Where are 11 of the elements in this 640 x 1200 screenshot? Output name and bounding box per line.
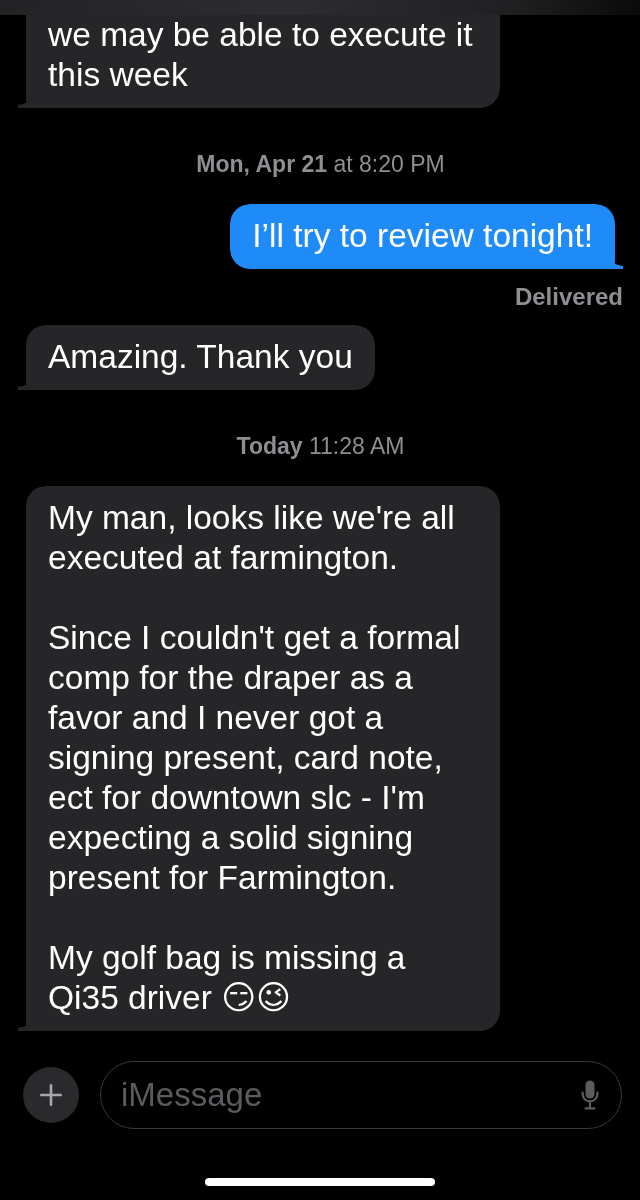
- delivery-status: Delivered: [514, 283, 623, 311]
- timestamp: Mon, Apr 21 at 8:20 PM: [196, 150, 445, 178]
- add-button[interactable]: [23, 1067, 79, 1123]
- message-text: Amazing. Thank you: [48, 338, 353, 375]
- plus-icon: [40, 1084, 62, 1106]
- microphone-icon[interactable]: [581, 1080, 599, 1110]
- message-text: we may be able to execute it this week: [48, 16, 474, 93]
- message-text: My man, looks like we're all executed at farmington. Since I couldn't get a formal comp for the draper as a favor and I never got a signing present, card note, ect for downtown slc - I'm expecting a solid signing present for Farmington. My golf bag is missing a Qi35 driver 😏😉: [48, 499, 462, 1016]
- message-text: I’ll try to review tonight!: [252, 217, 593, 254]
- message-input-field[interactable]: iMessage: [100, 1061, 622, 1129]
- timestamp: Today 11:28 AM: [236, 432, 405, 460]
